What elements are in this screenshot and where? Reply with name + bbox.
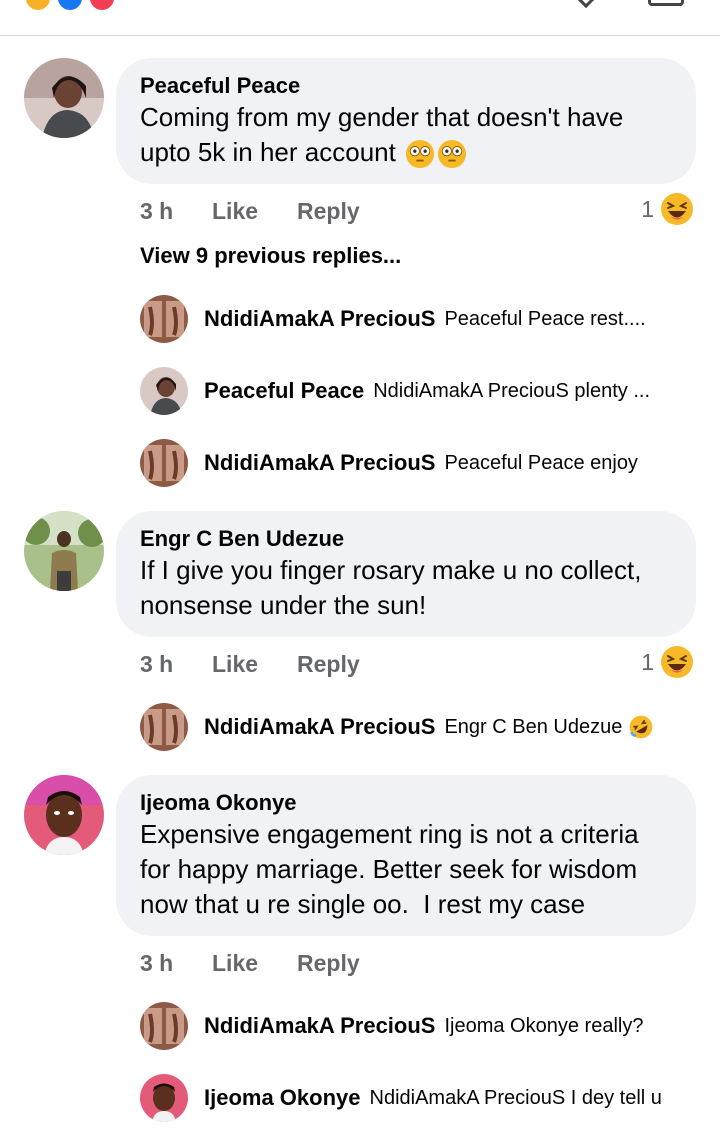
comment-text-line: Coming from my gender that doesn't have bbox=[140, 102, 624, 132]
profile-photo-engr-c-ben-udezue bbox=[24, 511, 104, 591]
profile-photo-ndidiamaka bbox=[140, 703, 188, 751]
comment-actions: 3 h Like Reply bbox=[140, 649, 360, 679]
avatar[interactable] bbox=[24, 511, 104, 591]
comment-text-line: upto 5k in her account bbox=[140, 137, 396, 167]
reply-author[interactable]: NdidiAmakA PreciouS bbox=[204, 450, 435, 476]
comment-text-line: for happy marriage. Better seek for wisd… bbox=[140, 854, 638, 884]
profile-photo-ndidiamaka bbox=[140, 1002, 188, 1050]
love-reaction-icon bbox=[58, 0, 82, 10]
reply-text: Peaceful Peace rest.... bbox=[444, 307, 646, 330]
avatar[interactable] bbox=[140, 703, 188, 751]
reply-item[interactable]: NdidiAmakA PreciouS Peaceful Peace enjoy bbox=[140, 439, 638, 487]
like-button[interactable]: Like bbox=[212, 950, 297, 977]
flushed-face-icon bbox=[438, 140, 467, 169]
like-button[interactable]: Like bbox=[212, 651, 297, 678]
laughing-face-icon bbox=[661, 646, 693, 678]
rolling-on-floor-laughing-icon bbox=[629, 715, 653, 739]
comment-actions: 3 h Like Reply bbox=[140, 948, 360, 978]
like-reaction-icon bbox=[26, 0, 50, 10]
reply-text: NdidiAmakA PreciouS I dey tell u bbox=[369, 1086, 662, 1109]
reply-item[interactable]: NdidiAmakA PreciouS Ijeoma Okonye really… bbox=[140, 1002, 643, 1050]
comment-text-line: nonsense under the sun! bbox=[140, 590, 427, 620]
comment-actions: 3 h Like Reply bbox=[140, 196, 360, 226]
reply-author[interactable]: NdidiAmakA PreciouS bbox=[204, 714, 435, 740]
reaction-summary[interactable]: 1 bbox=[641, 192, 694, 226]
profile-photo-ndidiamaka bbox=[140, 439, 188, 487]
comment-bubble[interactable]: Engr C Ben Udezue If I give you finger r… bbox=[116, 511, 696, 637]
reply-button[interactable]: Reply bbox=[297, 950, 360, 977]
reply-text: Ijeoma Okonye really? bbox=[444, 1014, 644, 1037]
view-previous-replies-link[interactable]: View 9 previous replies... bbox=[140, 243, 401, 269]
like-button[interactable]: Like bbox=[212, 198, 297, 225]
comment-timestamp[interactable]: 3 h bbox=[140, 198, 212, 225]
haha-reaction-icon bbox=[90, 0, 114, 10]
reply-button[interactable]: Reply bbox=[297, 651, 360, 678]
profile-photo-ndidiamaka bbox=[140, 295, 188, 343]
reaction-summary[interactable]: 1 bbox=[641, 645, 694, 679]
comment-text-line: If I give you finger rosary make u no co… bbox=[140, 555, 642, 585]
comment-bubble[interactable]: Peaceful Peace Coming from my gender tha… bbox=[116, 58, 696, 184]
comment-text-line: Expensive engagement ring is not a crite… bbox=[140, 819, 639, 849]
comment-text: If I give you finger rosary make u no co… bbox=[140, 553, 672, 623]
comment-author[interactable]: Peaceful Peace bbox=[140, 72, 672, 100]
profile-photo-ijeoma-okonye bbox=[140, 1074, 188, 1122]
reply-item[interactable]: NdidiAmakA PreciouS Engr C Ben Udezue bbox=[140, 703, 654, 751]
avatar[interactable] bbox=[140, 1002, 188, 1050]
profile-photo-peaceful-peace bbox=[24, 58, 104, 138]
reply-button[interactable]: Reply bbox=[297, 198, 360, 225]
reply-author[interactable]: Peaceful Peace bbox=[204, 378, 364, 404]
comment-author[interactable]: Ijeoma Okonye bbox=[140, 789, 672, 817]
reply-author[interactable]: NdidiAmakA PreciouS bbox=[204, 306, 435, 332]
avatar[interactable] bbox=[140, 1074, 188, 1122]
reply-item[interactable]: Ijeoma Okonye NdidiAmakA PreciouS I dey … bbox=[140, 1074, 662, 1122]
avatar[interactable] bbox=[140, 439, 188, 487]
reply-text: NdidiAmakA PreciouS plenty ... bbox=[373, 379, 651, 402]
reactions-bar bbox=[0, 0, 720, 36]
comment-timestamp[interactable]: 3 h bbox=[140, 950, 212, 977]
profile-photo-peaceful-peace bbox=[140, 367, 188, 415]
avatar[interactable] bbox=[140, 367, 188, 415]
comment-text: Coming from my gender that doesn't have … bbox=[140, 100, 672, 170]
reply-item[interactable]: NdidiAmakA PreciouS Peaceful Peace rest.… bbox=[140, 295, 646, 343]
reaction-count: 1 bbox=[641, 648, 654, 675]
share-icon[interactable] bbox=[648, 0, 684, 6]
reply-text: Peaceful Peace enjoy bbox=[444, 451, 638, 474]
reply-item[interactable]: Peaceful Peace NdidiAmakA PreciouS plent… bbox=[140, 367, 650, 415]
chevron-down-icon[interactable] bbox=[571, 0, 601, 9]
flushed-face-icon bbox=[406, 140, 435, 169]
avatar[interactable] bbox=[24, 775, 104, 855]
avatar[interactable] bbox=[24, 58, 104, 138]
comment-timestamp[interactable]: 3 h bbox=[140, 651, 212, 678]
comment-text: Expensive engagement ring is not a crite… bbox=[140, 817, 672, 922]
comment-author[interactable]: Engr C Ben Udezue bbox=[140, 525, 672, 553]
laughing-face-icon bbox=[661, 193, 693, 225]
profile-photo-ijeoma-okonye bbox=[24, 775, 104, 855]
comment-text-line: now that u re single oo. I rest my case bbox=[140, 889, 586, 919]
avatar[interactable] bbox=[140, 295, 188, 343]
reaction-count: 1 bbox=[641, 195, 654, 222]
reply-author[interactable]: Ijeoma Okonye bbox=[204, 1085, 361, 1111]
comment-bubble[interactable]: Ijeoma Okonye Expensive engagement ring … bbox=[116, 775, 696, 936]
reply-author[interactable]: NdidiAmakA PreciouS bbox=[204, 1013, 435, 1039]
reply-text: Engr C Ben Udezue bbox=[444, 715, 623, 738]
